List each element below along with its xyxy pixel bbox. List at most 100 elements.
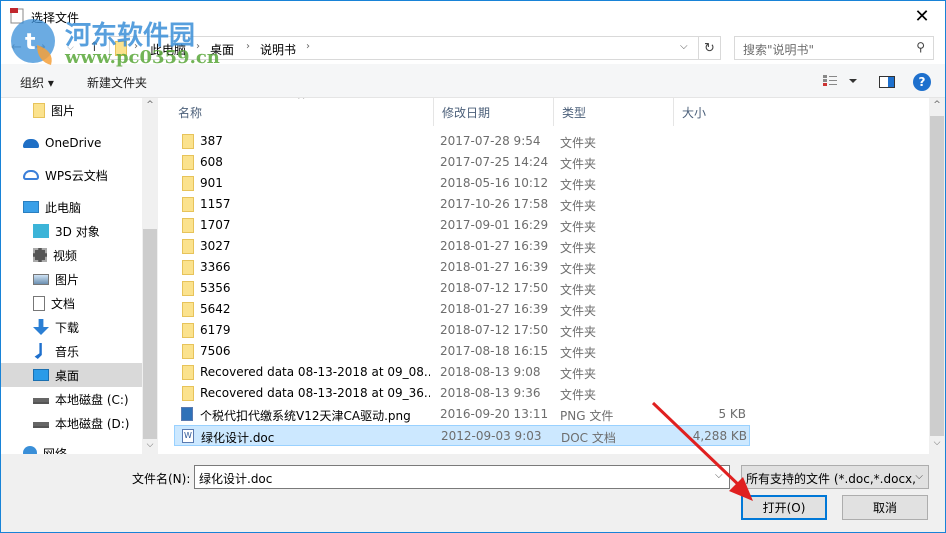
breadcrumb-manual[interactable]: 说明书	[260, 41, 296, 58]
scroll-down-arrow-icon[interactable]: ⌵	[929, 438, 945, 448]
sidebar-item[interactable]: 网络	[1, 441, 142, 454]
file-list-scroll-thumb[interactable]	[930, 116, 944, 436]
sidebar-item-label: 此电脑	[45, 200, 82, 215]
new-folder-button[interactable]: 新建文件夹	[87, 74, 147, 91]
sidebar-item[interactable]: 图片	[1, 98, 142, 122]
file-name: 901	[200, 176, 223, 190]
sidebar-item[interactable]: 桌面	[1, 363, 142, 387]
sidebar-item[interactable]: 此电脑	[1, 195, 142, 219]
search-input[interactable]: 搜索"说明书" ⚲	[734, 36, 934, 60]
sidebar-item-label: 网络	[43, 446, 68, 455]
3d-objects-icon	[33, 224, 49, 238]
pictures-icon	[33, 273, 49, 285]
file-date: 2018-08-13 9:08	[440, 365, 541, 379]
file-row[interactable]: 7506 2017-08-18 16:15 文件夹	[174, 341, 750, 362]
forward-button[interactable]: →	[35, 40, 46, 55]
file-list-scrollbar[interactable]: ^ ⌵	[929, 98, 945, 454]
file-date: 2017-10-26 17:58	[440, 197, 549, 211]
sidebar-scrollbar[interactable]: ^ ⌵	[142, 98, 158, 454]
column-header-size[interactable]: 大小	[674, 98, 760, 126]
file-row[interactable]: 387 2017-07-28 9:54 文件夹	[174, 131, 750, 152]
breadcrumb-this-pc[interactable]: 此电脑	[150, 41, 186, 58]
file-date: 2018-01-27 16:39	[440, 302, 549, 316]
sidebar-item[interactable]: 视频	[1, 243, 142, 267]
documents-icon	[33, 295, 45, 311]
sidebar-item[interactable]: 本地磁盘 (D:)	[1, 411, 142, 435]
file-name: 3366	[200, 260, 231, 274]
folder-icon	[115, 41, 127, 56]
file-row[interactable]: 1157 2017-10-26 17:58 文件夹	[174, 194, 750, 215]
file-type: 文件夹	[560, 157, 597, 171]
sidebar-item[interactable]: 3D 对象	[1, 219, 142, 243]
file-date: 2017-07-28 9:54	[440, 134, 541, 148]
column-header-date[interactable]: 修改日期	[434, 98, 554, 126]
folder-icon	[182, 260, 194, 275]
open-button[interactable]: 打开(O)	[741, 495, 827, 520]
cancel-button[interactable]: 取消	[842, 495, 928, 520]
search-placeholder: 搜索"说明书"	[743, 43, 815, 57]
refresh-button[interactable]: ↻	[699, 36, 721, 60]
file-row[interactable]: Recovered data 08-13-2018 at 09_36... 201…	[174, 383, 750, 404]
sidebar-item[interactable]: OneDrive	[1, 131, 142, 155]
folder-icon	[182, 323, 194, 338]
sidebar-item[interactable]: 文档	[1, 291, 142, 315]
file-date: 2018-07-12 17:50	[440, 281, 549, 295]
close-button[interactable]: ✕	[899, 1, 945, 32]
recent-locations-dropdown[interactable]: ⌵	[67, 43, 74, 53]
help-icon[interactable]: ?	[913, 73, 931, 91]
file-row[interactable]: 901 2018-05-16 10:12 文件夹	[174, 173, 750, 194]
sidebar-item-label: 图片	[55, 272, 80, 287]
sidebar-item[interactable]: 音乐	[1, 339, 142, 363]
chevron-down-icon: ⌵	[915, 471, 923, 482]
preview-pane-icon[interactable]	[879, 76, 895, 88]
file-row[interactable]: 1707 2017-09-01 16:29 文件夹	[174, 215, 750, 236]
scroll-down-arrow-icon[interactable]: ⌵	[142, 440, 158, 450]
column-header-type[interactable]: 类型	[554, 98, 674, 126]
file-name: 387	[200, 134, 223, 148]
file-row[interactable]: 3366 2018-01-27 16:39 文件夹	[174, 257, 750, 278]
folder-icon	[182, 197, 194, 212]
file-name: 5642	[200, 302, 231, 316]
drive-d-icon	[33, 418, 49, 428]
address-bar-row: ← → ⌵ ↑ › 此电脑 › 桌面 › 说明书 › ⌵ ↻ 搜索"说明书" ⚲	[1, 32, 945, 64]
sidebar-item[interactable]: 本地磁盘 (C:)	[1, 387, 142, 411]
view-options-icon[interactable]	[823, 75, 857, 87]
file-row[interactable]: 5356 2018-07-12 17:50 文件夹	[174, 278, 750, 299]
sidebar-item[interactable]: 图片	[1, 267, 142, 291]
sidebar-item[interactable]: WPS云文档	[1, 163, 142, 187]
column-header-name[interactable]: 名称	[170, 98, 434, 126]
address-box[interactable]: › 此电脑 › 桌面 › 说明书 › ⌵	[109, 36, 699, 60]
sidebar-scroll-thumb[interactable]	[143, 229, 157, 439]
search-icon: ⚲	[916, 40, 925, 54]
computer-icon	[23, 201, 39, 213]
breadcrumb-desktop[interactable]: 桌面	[210, 41, 234, 58]
file-row[interactable]: 3027 2018-01-27 16:39 文件夹	[174, 236, 750, 257]
back-button[interactable]: ←	[11, 40, 22, 55]
file-row[interactable]: 5642 2018-01-27 16:39 文件夹	[174, 299, 750, 320]
file-type-filter[interactable]: 所有支持的文件 (*.doc,*.docx, ⌵	[741, 465, 929, 489]
sidebar-item[interactable]: 下载	[1, 315, 142, 339]
file-date: 2017-07-25 14:24	[440, 155, 549, 169]
scroll-up-arrow-icon[interactable]: ^	[142, 100, 158, 110]
file-row[interactable]: Recovered data 08-13-2018 at 09_08... 201…	[174, 362, 750, 383]
folder-icon	[182, 155, 194, 170]
file-row[interactable]: 608 2017-07-25 14:24 文件夹	[174, 152, 750, 173]
file-type: 文件夹	[560, 388, 597, 402]
wps-cloud-icon	[23, 170, 39, 180]
address-dropdown-icon[interactable]: ⌵	[680, 41, 688, 52]
scroll-up-arrow-icon[interactable]: ^	[929, 100, 945, 110]
filename-input[interactable]: 绿化设计.doc	[194, 465, 730, 489]
up-button[interactable]: ↑	[89, 40, 100, 55]
file-name: 608	[200, 155, 223, 169]
filename-dropdown-icon[interactable]: ⌵	[715, 470, 723, 481]
file-row[interactable]: 个税代扣代缴系统V12天津CA驱动.png 2016-09-20 13:11 PNG…	[174, 404, 750, 425]
organize-button[interactable]: 组织 ▾	[20, 74, 54, 91]
file-row[interactable]: W 绿化设计.doc 2012-09-03 9:03 DOC 文档 4,288 KB	[174, 425, 750, 446]
sidebar-item-label: 3D 对象	[55, 224, 100, 239]
filename-label: 文件名(N):	[132, 472, 191, 486]
file-type: 文件夹	[560, 199, 597, 213]
file-row[interactable]: 6179 2018-07-12 17:50 文件夹	[174, 320, 750, 341]
video-icon	[33, 248, 47, 262]
folder-icon	[182, 365, 194, 380]
music-icon	[34, 343, 42, 359]
